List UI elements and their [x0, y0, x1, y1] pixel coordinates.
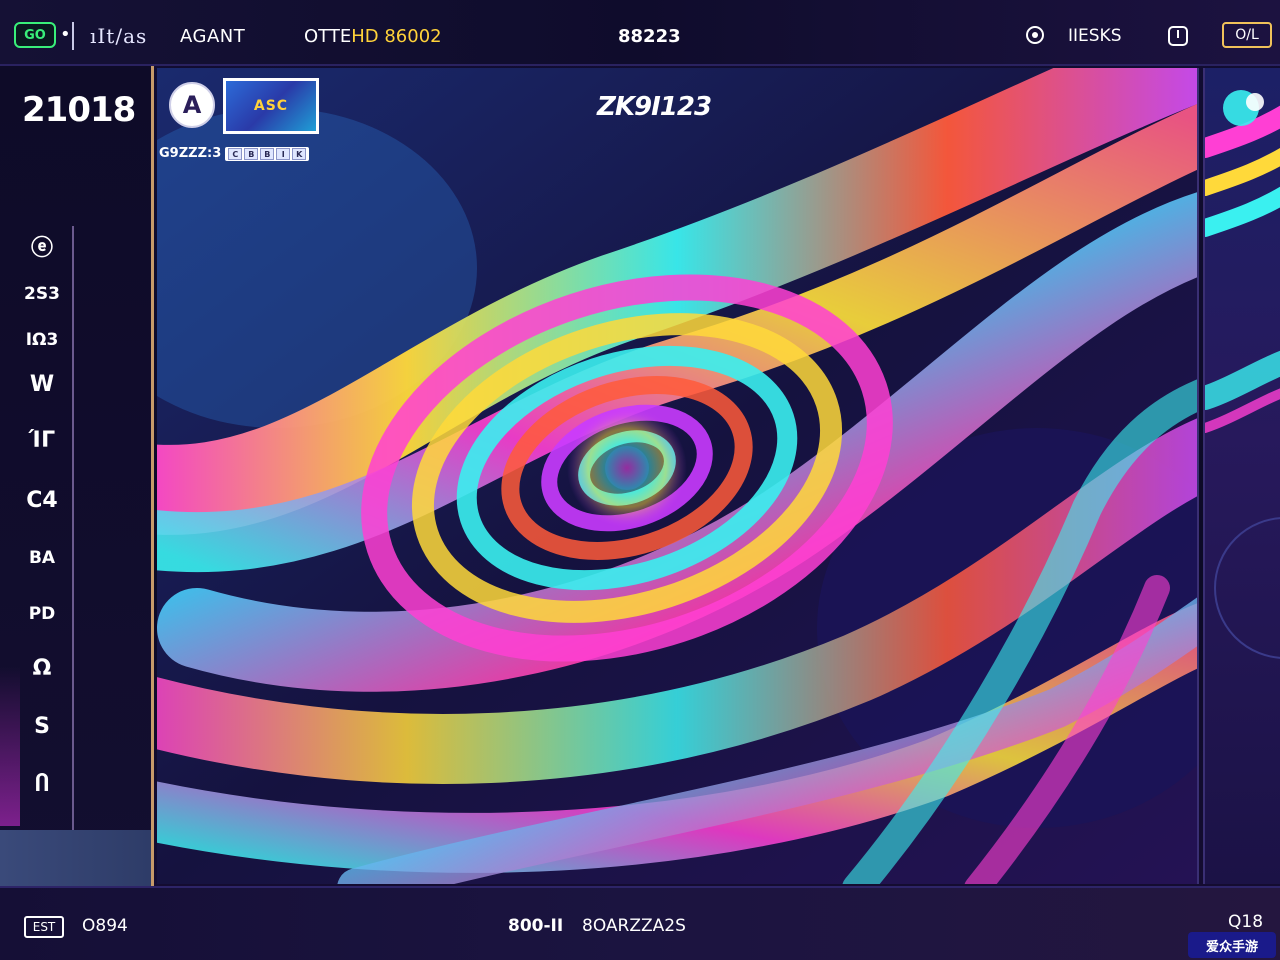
sidebar-item-s-icon[interactable]: S	[14, 714, 70, 739]
sidebar-item-pd[interactable]: PD	[14, 604, 70, 624]
sidebar-item-w-icon[interactable]: W	[14, 372, 70, 397]
menu-other-prefix: OTTE	[304, 26, 352, 47]
key-k[interactable]: K	[292, 147, 307, 160]
key-strip: C B B I K	[225, 146, 310, 161]
thumbnail-caption: G9ZZZ:3 C B B I K	[159, 146, 310, 161]
menu-tasks[interactable]: IIESKS	[1068, 26, 1122, 46]
status-badge[interactable]: EST	[24, 916, 64, 938]
right-panel	[1203, 68, 1280, 884]
top-center-value: 88223	[618, 26, 681, 47]
clock-icon[interactable]	[1168, 26, 1188, 46]
app-logo-icon[interactable]: GO	[14, 22, 56, 48]
settings-icon[interactable]	[1026, 26, 1044, 44]
sidebar-footer-panel	[0, 830, 151, 886]
main-canvas[interactable]: A ASC G9ZZZ:3 C B B I K ZK9I123	[157, 68, 1199, 884]
bottom-right-value: Q18	[1228, 912, 1264, 932]
menu-ithas[interactable]: ıIt/as	[90, 24, 147, 48]
status-dot: •	[60, 24, 71, 45]
mode-toggle[interactable]: O/L	[1222, 22, 1272, 48]
key-c[interactable]: C	[228, 147, 243, 160]
menu-other-highlight: HD 86002	[351, 26, 442, 47]
canvas-title: ZK9I123	[597, 92, 712, 122]
bottom-bar: EST O894 800-II 8OARZZA2S Q18 爱众手游	[0, 886, 1280, 960]
watermark-logo: 爱众手游	[1188, 932, 1276, 958]
sidebar-item-io3[interactable]: IΩ3	[14, 330, 70, 350]
key-i[interactable]: I	[276, 147, 291, 160]
menu-other[interactable]: OTTEHD 86002	[304, 26, 442, 47]
caption-text: G9ZZZ:3	[159, 146, 222, 161]
sidebar-item-tf-icon[interactable]: ΊΓ	[14, 428, 70, 453]
sidebar-item-bag-icon[interactable]: Ⴖ	[14, 772, 70, 797]
sidebar-item-ba[interactable]: BA	[14, 548, 70, 568]
preview-thumbnail[interactable]: ASC	[223, 78, 319, 134]
sidebar-item-c4-icon[interactable]: C4	[14, 488, 70, 513]
right-panel-artwork	[1205, 90, 1280, 659]
sidebar-item-document-icon[interactable]: ⓔ	[14, 230, 70, 262]
key-b2[interactable]: B	[260, 147, 275, 160]
menu-agant[interactable]: AGANT	[180, 26, 245, 47]
sidebar-score: 21018	[22, 90, 136, 130]
swirl-artwork	[157, 68, 1197, 884]
sidebar-glow	[0, 666, 20, 826]
sidebar: 21018 ⓔ 2S3 IΩ3 W ΊΓ C4 BA PD Ω S Ⴖ	[0, 66, 154, 886]
bottom-center-value: 800-II	[508, 916, 564, 936]
key-b[interactable]: B	[244, 147, 259, 160]
sidebar-rail	[14, 226, 74, 830]
app-window: GO • ıIt/as AGANT OTTEHD 86002 88223 IIE…	[0, 0, 1280, 960]
bottom-center-label: 8OARZZA2S	[582, 916, 686, 936]
top-bar: GO • ıIt/as AGANT OTTEHD 86002 88223 IIE…	[0, 0, 1280, 66]
avatar[interactable]: A	[169, 82, 215, 128]
toolbar-divider	[72, 22, 74, 50]
sidebar-item-2s3[interactable]: 2S3	[14, 284, 70, 304]
sidebar-item-omega-icon[interactable]: Ω	[14, 656, 70, 681]
bottom-left-value: O894	[82, 916, 128, 936]
